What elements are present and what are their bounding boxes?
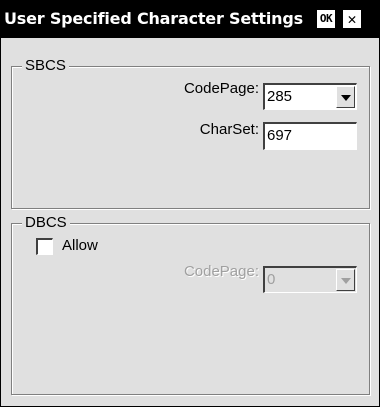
close-icon[interactable]: ✕ bbox=[343, 10, 361, 28]
title-bar[interactable]: User Specified Character Settings OK ✕ bbox=[1, 0, 379, 38]
sbcs-codepage-select[interactable]: 285 bbox=[263, 83, 357, 110]
dbcs-allow-label[interactable]: Allow bbox=[62, 237, 98, 254]
chevron-down-icon bbox=[341, 278, 351, 284]
sbcs-codepage-value: 285 bbox=[267, 88, 293, 105]
dbcs-codepage-dropdown-button[interactable] bbox=[336, 269, 355, 291]
window-title: User Specified Character Settings bbox=[4, 9, 303, 28]
sbcs-codepage-dropdown-button[interactable] bbox=[336, 86, 355, 108]
settings-window: User Specified Character Settings OK ✕ S… bbox=[0, 0, 380, 407]
sbcs-charset-input[interactable]: 697 bbox=[263, 122, 357, 150]
chevron-down-icon bbox=[341, 95, 351, 101]
sbcs-codepage-label: CodePage: bbox=[183, 80, 259, 97]
dbcs-codepage-select[interactable]: 0 bbox=[263, 266, 357, 293]
dbcs-group-label: DBCS bbox=[22, 214, 70, 232]
sbcs-group-label: SBCS bbox=[22, 57, 69, 75]
dbcs-codepage-label: CodePage: bbox=[183, 263, 259, 280]
dbcs-allow-checkbox[interactable] bbox=[36, 238, 53, 255]
dbcs-codepage-value: 0 bbox=[267, 271, 276, 288]
sbcs-charset-label: CharSet: bbox=[199, 121, 259, 138]
ok-button[interactable]: OK bbox=[317, 10, 335, 28]
